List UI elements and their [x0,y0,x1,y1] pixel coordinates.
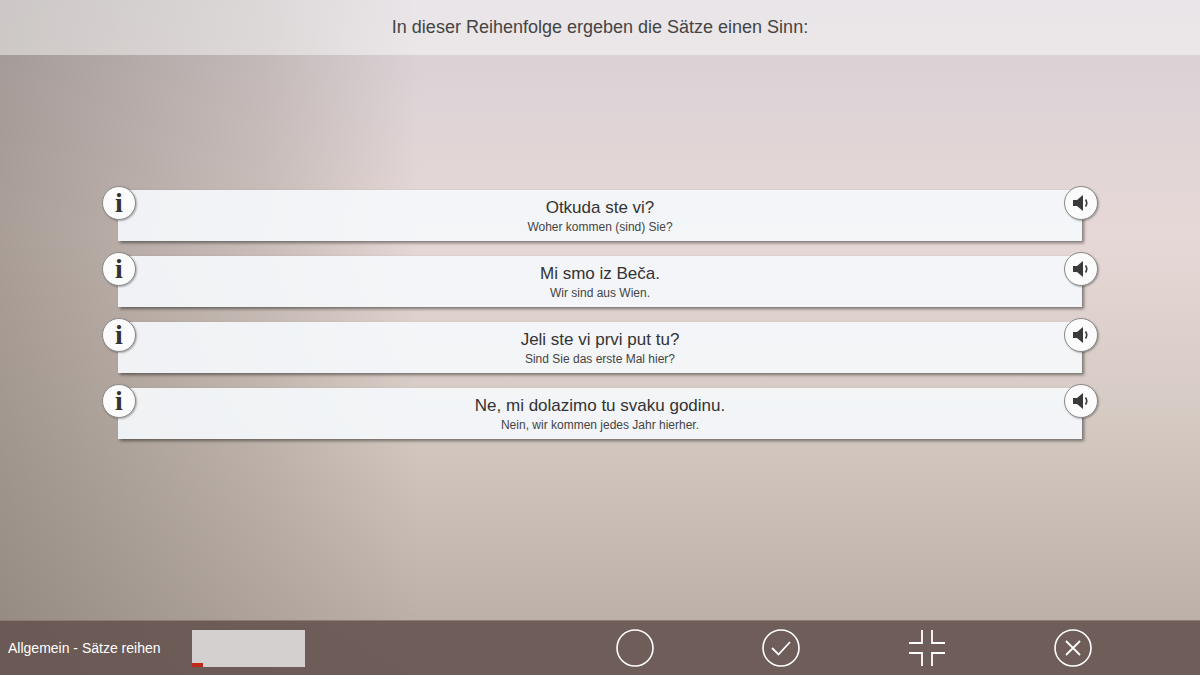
speaker-icon[interactable] [1064,252,1098,286]
action-buttons [615,628,1200,668]
sentence-translation: Sind Sie das erste Mal hier? [521,351,680,367]
speaker-shape-icon [1070,192,1092,214]
compress-icon[interactable] [907,628,947,668]
sentence-card[interactable]: iNe, mi dolazimo tu svaku godinu.Nein, w… [118,388,1082,439]
speaker-shape-icon [1070,390,1092,412]
status-bar: Allgemein - Sätze reihen [0,620,1200,675]
info-icon[interactable]: i [102,252,136,286]
sentence-card[interactable]: iJeli ste vi prvi put tu?Sind Sie das er… [118,322,1082,373]
sentence-text: Jeli ste vi prvi put tu? [521,329,680,351]
info-icon[interactable]: i [102,186,136,220]
sentence-list: iOtkuda ste vi?Woher kommen (sind) Sie?i… [0,55,1200,620]
exercise-screen: In dieser Reihenfolge ergeben die Sätze … [0,0,1200,675]
progress-track [192,663,305,667]
instruction-text: In dieser Reihenfolge ergeben die Sätze … [392,17,808,38]
speaker-icon[interactable] [1064,384,1098,418]
progress-box [192,630,305,667]
sentence-text-group: Ne, mi dolazimo tu svaku godinu.Nein, wi… [475,395,725,433]
sentence-text-group: Otkuda ste vi?Woher kommen (sind) Sie? [527,197,672,235]
sentence-translation: Wir sind aus Wien. [540,285,660,301]
sentence-card[interactable]: iOtkuda ste vi?Woher kommen (sind) Sie? [118,190,1082,241]
speaker-icon[interactable] [1064,186,1098,220]
sentence-text: Otkuda ste vi? [527,197,672,219]
sentence-text: Mi smo iz Beča. [540,263,660,285]
progress-fill [192,663,203,667]
check-icon[interactable] [761,628,801,668]
sentence-translation: Nein, wir kommen jedes Jahr hierher. [475,417,725,433]
sentence-text: Ne, mi dolazimo tu svaku godinu. [475,395,725,417]
info-icon[interactable]: i [102,318,136,352]
sentence-card[interactable]: iMi smo iz Beča.Wir sind aus Wien. [118,256,1082,307]
speaker-icon[interactable] [1064,318,1098,352]
circle-icon[interactable] [615,628,655,668]
sentence-text-group: Jeli ste vi prvi put tu?Sind Sie das ers… [521,329,680,367]
speaker-shape-icon [1070,324,1092,346]
instruction-bar: In dieser Reihenfolge ergeben die Sätze … [0,0,1200,55]
sentence-translation: Woher kommen (sind) Sie? [527,219,672,235]
speaker-shape-icon [1070,258,1092,280]
sentence-text-group: Mi smo iz Beča.Wir sind aus Wien. [540,263,660,301]
close-icon[interactable] [1053,628,1093,668]
info-icon[interactable]: i [102,384,136,418]
exercise-label: Allgemein - Sätze reihen [0,640,192,656]
